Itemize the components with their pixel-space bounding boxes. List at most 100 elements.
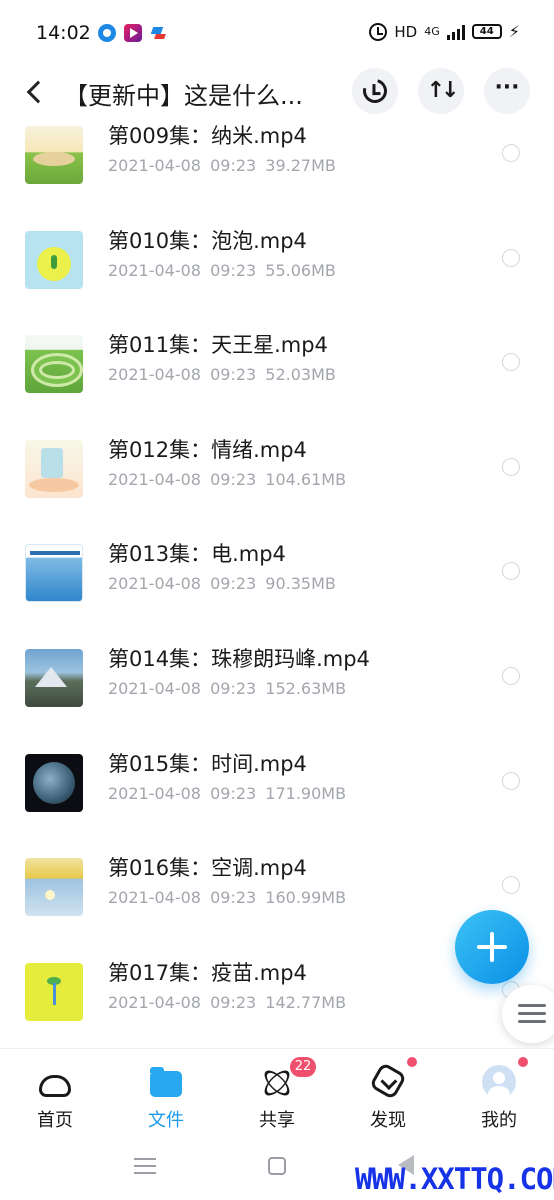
file-row[interactable]: 第009集：纳米.mp4 2021-04-08 09:23 39.27MB <box>0 122 554 209</box>
select-checkbox[interactable] <box>502 876 520 895</box>
file-name: 第009集：纳米.mp4 <box>108 124 307 148</box>
file-meta: 2021-04-08 09:23 104.61MB <box>108 470 346 489</box>
file-row[interactable]: 第014集：珠穆朗玛峰.mp4 2021-04-08 09:23 152.63MB <box>0 627 554 732</box>
select-checkbox[interactable] <box>502 248 520 267</box>
file-time: 09:23 <box>210 365 257 385</box>
recent-apps-icon[interactable] <box>134 1158 156 1174</box>
top-app-bar: 【更新中】这是什么... ↑↓ ··· <box>0 66 554 122</box>
file-meta: 2021-04-08 09:23 171.90MB <box>108 784 346 803</box>
sort-icon: ↑↓ <box>426 78 460 103</box>
folder-title: 【更新中】这是什么... <box>64 82 303 110</box>
nav-label-me: 我的 <box>481 1110 517 1131</box>
file-meta: 2021-04-08 09:23 90.35MB <box>108 574 336 593</box>
file-meta: 2021-04-08 09:23 142.77MB <box>108 993 346 1012</box>
home-square-icon[interactable] <box>268 1157 286 1175</box>
video-thumbnail <box>25 962 83 1021</box>
file-size: 39.27MB <box>265 156 336 175</box>
file-size: 90.35MB <box>265 574 336 594</box>
file-time: 09:23 <box>210 469 257 489</box>
file-time: 09:23 <box>210 678 257 698</box>
nav-label-share: 共享 <box>259 1110 295 1131</box>
file-time: 09:23 <box>210 260 257 280</box>
file-meta: 2021-04-08 09:23 152.63MB <box>108 679 346 698</box>
select-checkbox[interactable] <box>502 144 520 162</box>
nav-label-discover: 发现 <box>370 1110 406 1131</box>
discover-box-icon <box>368 1061 408 1101</box>
network-type-label: 4G <box>424 25 440 38</box>
video-app-notification-icon <box>124 24 142 42</box>
file-size: 152.63MB <box>265 678 347 698</box>
avatar-icon <box>482 1065 516 1099</box>
video-thumbnail <box>25 753 83 812</box>
file-time: 09:23 <box>210 574 257 594</box>
file-size: 52.03MB <box>265 365 336 385</box>
discover-notification-dot <box>407 1057 417 1067</box>
select-checkbox[interactable] <box>502 457 520 476</box>
file-row[interactable]: 第011集：天王星.mp4 2021-04-08 09:23 52.03MB <box>0 313 554 418</box>
select-checkbox[interactable] <box>502 562 520 581</box>
select-checkbox[interactable] <box>502 771 520 790</box>
file-row[interactable]: 第015集：时间.mp4 2021-04-08 09:23 171.90MB <box>0 732 554 837</box>
file-date: 2021-04-08 <box>108 992 201 1012</box>
nav-label-home: 首页 <box>37 1110 73 1131</box>
file-size: 55.06MB <box>265 260 336 280</box>
file-date: 2021-04-08 <box>108 260 201 280</box>
nav-item-discover[interactable]: 发现 <box>333 1049 443 1139</box>
file-meta: 2021-04-08 09:23 160.99MB <box>108 888 346 907</box>
file-date: 2021-04-08 <box>108 156 201 175</box>
file-name: 第013集：电.mp4 <box>108 542 286 567</box>
back-button[interactable] <box>22 78 50 106</box>
video-thumbnail <box>25 126 83 184</box>
select-checkbox[interactable] <box>502 666 520 685</box>
file-date: 2021-04-08 <box>108 678 201 698</box>
nav-label-files: 文件 <box>148 1110 184 1131</box>
nav-item-files[interactable]: 文件 <box>111 1049 221 1139</box>
file-time: 09:23 <box>210 783 257 803</box>
add-button[interactable] <box>455 910 529 984</box>
video-thumbnail <box>25 439 83 498</box>
nav-item-home[interactable]: 首页 <box>0 1049 110 1139</box>
status-time: 14:02 <box>36 22 91 44</box>
alarm-icon <box>369 22 388 41</box>
cloud-home-icon <box>39 1075 71 1097</box>
file-time: 09:23 <box>210 888 257 908</box>
video-thumbnail <box>25 544 83 603</box>
nav-item-share[interactable]: 22 共享 <box>222 1049 332 1139</box>
share-badge: 22 <box>290 1057 316 1077</box>
status-indicators: HD 4G 44 ⚡ <box>369 22 520 41</box>
signal-icon <box>446 24 465 40</box>
file-name: 第017集：疫苗.mp4 <box>108 960 307 985</box>
charging-icon: ⚡ <box>508 22 520 41</box>
select-checkbox[interactable] <box>502 353 520 372</box>
file-row[interactable]: 第010集：泡泡.mp4 2021-04-08 09:23 55.06MB <box>0 209 554 314</box>
file-date: 2021-04-08 <box>108 783 201 803</box>
video-thumbnail <box>25 858 83 917</box>
folder-icon <box>150 1067 182 1097</box>
file-size: 160.99MB <box>265 888 347 908</box>
file-meta: 2021-04-08 09:23 39.27MB <box>108 156 336 175</box>
history-button[interactable] <box>352 68 398 114</box>
file-name: 第016集：空调.mp4 <box>108 856 307 881</box>
more-options-button[interactable]: ··· <box>484 68 530 114</box>
video-thumbnail <box>25 648 83 707</box>
file-row[interactable]: 第013集：电.mp4 2021-04-08 09:23 90.35MB <box>0 522 554 627</box>
bottom-navigation: 首页 文件 22 共享 发现 我的 <box>0 1048 554 1138</box>
side-menu-handle[interactable] <box>502 985 554 1043</box>
file-date: 2021-04-08 <box>108 365 201 385</box>
news-app-notification-icon <box>150 24 168 42</box>
file-meta: 2021-04-08 09:23 52.03MB <box>108 365 336 384</box>
file-date: 2021-04-08 <box>108 574 201 594</box>
file-name: 第011集：天王星.mp4 <box>108 333 328 358</box>
watermark: WWW.XXTTQ.COM <box>355 1162 554 1196</box>
file-name: 第014集：珠穆朗玛峰.mp4 <box>108 646 370 671</box>
sort-button[interactable]: ↑↓ <box>418 68 464 114</box>
file-list[interactable]: 第009集：纳米.mp4 2021-04-08 09:23 39.27MB 第010… <box>0 122 554 1048</box>
nav-item-me[interactable]: 我的 <box>444 1049 554 1139</box>
file-meta: 2021-04-08 09:23 55.06MB <box>108 261 336 280</box>
app-notification-icon <box>98 24 116 42</box>
me-notification-dot <box>518 1057 528 1067</box>
file-size: 171.90MB <box>265 783 347 803</box>
video-thumbnail <box>25 335 83 394</box>
file-size: 142.77MB <box>265 992 347 1012</box>
file-row[interactable]: 第012集：情绪.mp4 2021-04-08 09:23 104.61MB <box>0 418 554 523</box>
